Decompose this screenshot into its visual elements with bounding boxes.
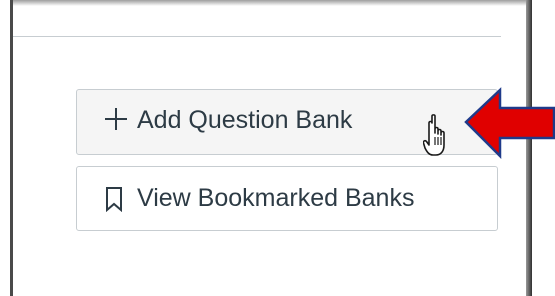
view-bookmarked-banks-button[interactable]: View Bookmarked Banks: [76, 166, 498, 231]
top-shadow: [13, 0, 526, 6]
header-divider: [13, 36, 501, 37]
screenshot-frame: Add Question Bank View Bookmarked Banks: [0, 0, 555, 296]
panel-left-border: [10, 0, 13, 296]
hand-pointer-icon: [423, 114, 445, 156]
bookmark-icon: [103, 186, 129, 212]
plus-icon: [103, 106, 129, 132]
red-arrow-icon: [464, 87, 555, 160]
view-bookmarked-banks-label: View Bookmarked Banks: [137, 184, 415, 212]
add-question-bank-label: Add Question Bank: [137, 106, 353, 134]
